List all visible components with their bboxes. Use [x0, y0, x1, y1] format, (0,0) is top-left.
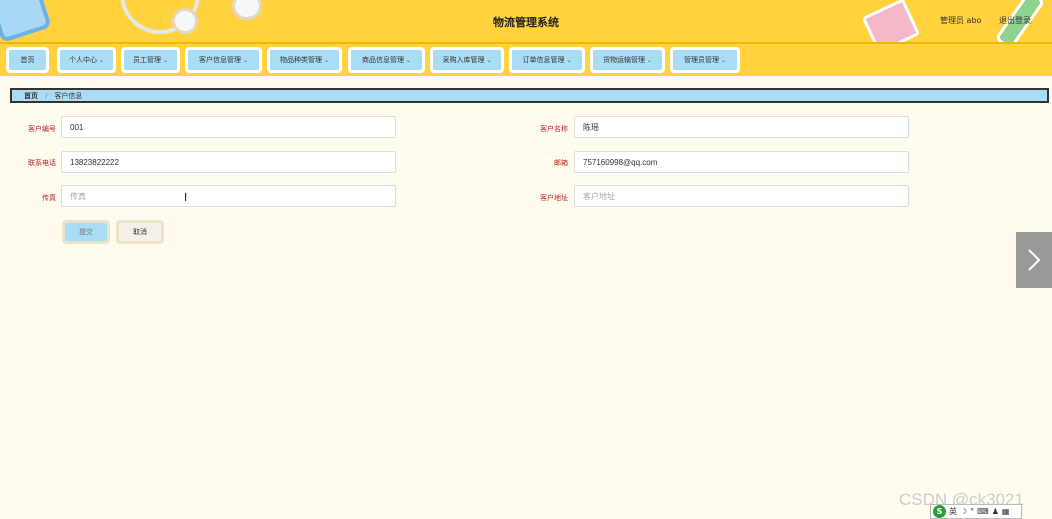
phone-label: 联系电话: [28, 159, 56, 167]
breadcrumb-current: 客户信息: [54, 91, 83, 100]
nav-item-home[interactable]: 首页: [6, 47, 49, 73]
main-nav: 首页 个人中心 ⌄ 员工管理 ⌄ 客户信息管理 ⌄ 物品种类管理 ⌄ 商品信息管理 ⌄ 采…: [0, 44, 1052, 76]
moon-icon[interactable]: ☽: [960, 507, 967, 516]
chevron-down-icon: ⌄: [486, 56, 492, 64]
nav-item-label: 订单信息管理: [522, 56, 565, 64]
chevron-down-icon: ⌄: [98, 56, 105, 64]
app-title: 物流管理系统: [493, 16, 559, 29]
keyboard-icon[interactable]: ⌨: [977, 507, 989, 516]
punctuation-icon[interactable]: °: [970, 507, 974, 516]
text-cursor-icon: I: [184, 191, 188, 204]
address-field[interactable]: [574, 185, 909, 207]
breadcrumb: 首页 / 客户信息: [10, 88, 1049, 103]
ime-toolbar: S 英 ☽ ° ⌨ ♟ ▦: [930, 504, 1022, 519]
submit-button-label: 提交: [65, 223, 107, 241]
nav-item-label: 管理员管理: [683, 56, 719, 64]
header-bar: 物流管理系统 管理员 abo 退出登录: [0, 0, 1052, 44]
nav-item-admins[interactable]: 管理员管理 ⌄: [670, 47, 740, 73]
email-label: 邮箱: [554, 159, 568, 167]
chevron-down-icon: ⌄: [646, 56, 653, 64]
chevron-down-icon: ⌄: [242, 56, 249, 64]
chevron-down-icon: ⌄: [162, 56, 169, 64]
chevron-down-icon: ⌄: [720, 56, 727, 64]
submit-button[interactable]: 提交: [62, 220, 110, 244]
fax-label: 传真: [42, 194, 56, 202]
nav-item-staff[interactable]: 员工管理 ⌄: [121, 47, 180, 73]
customer-name-label: 客户名称: [540, 125, 568, 133]
chevron-down-icon: ⌄: [323, 56, 330, 64]
chevron-right-icon: [1028, 249, 1041, 271]
cancel-button-label: 取消: [119, 223, 161, 241]
grid-icon[interactable]: ▦: [1002, 507, 1010, 516]
nav-item-label: 首页: [20, 56, 35, 64]
nav-item-label: 员工管理: [132, 56, 161, 64]
email-field[interactable]: [574, 151, 909, 173]
nav-item-label: 客户信息管理: [198, 56, 241, 64]
current-user-label: 管理员 abo: [940, 16, 982, 25]
breadcrumb-separator: /: [45, 91, 48, 100]
user-icon[interactable]: ♟: [992, 507, 999, 516]
nav-item-label: 货物运输管理: [602, 56, 645, 64]
nav-item-purchasing[interactable]: 采购入库管理 ⌄: [430, 47, 504, 73]
address-label: 客户地址: [540, 194, 568, 202]
nav-item-label: 采购入库管理: [442, 56, 485, 64]
nav-item-item-types[interactable]: 物品种类管理 ⌄: [267, 47, 342, 73]
logout-link[interactable]: 退出登录: [999, 15, 1031, 26]
fax-field[interactable]: [61, 185, 396, 207]
nav-item-shipping[interactable]: 货物运输管理 ⌄: [590, 47, 665, 73]
nav-item-label: 个人中心: [68, 56, 97, 64]
customer-name-field[interactable]: [574, 116, 909, 138]
customer-no-label: 客户编号: [28, 125, 56, 133]
nav-item-customers[interactable]: 客户信息管理 ⌄: [185, 47, 262, 73]
chevron-down-icon: ⌄: [405, 56, 412, 64]
nav-item-label: 物品种类管理: [279, 56, 322, 64]
ime-logo-icon[interactable]: S: [933, 505, 946, 518]
chevron-down-icon: ⌄: [566, 56, 572, 64]
nav-item-products[interactable]: 商品信息管理 ⌄: [348, 47, 425, 73]
phone-field[interactable]: [61, 151, 396, 173]
ime-language-toggle[interactable]: 英: [949, 506, 957, 517]
nav-item-personal-center[interactable]: 个人中心 ⌄: [57, 47, 116, 73]
next-page-button[interactable]: [1016, 232, 1052, 288]
nav-item-label: 商品信息管理: [361, 56, 404, 64]
breadcrumb-home[interactable]: 首页: [24, 91, 38, 101]
cancel-button[interactable]: 取消: [116, 220, 164, 244]
customer-no-field[interactable]: [61, 116, 396, 138]
nav-item-orders[interactable]: 订单信息管理 ⌄: [509, 47, 585, 73]
